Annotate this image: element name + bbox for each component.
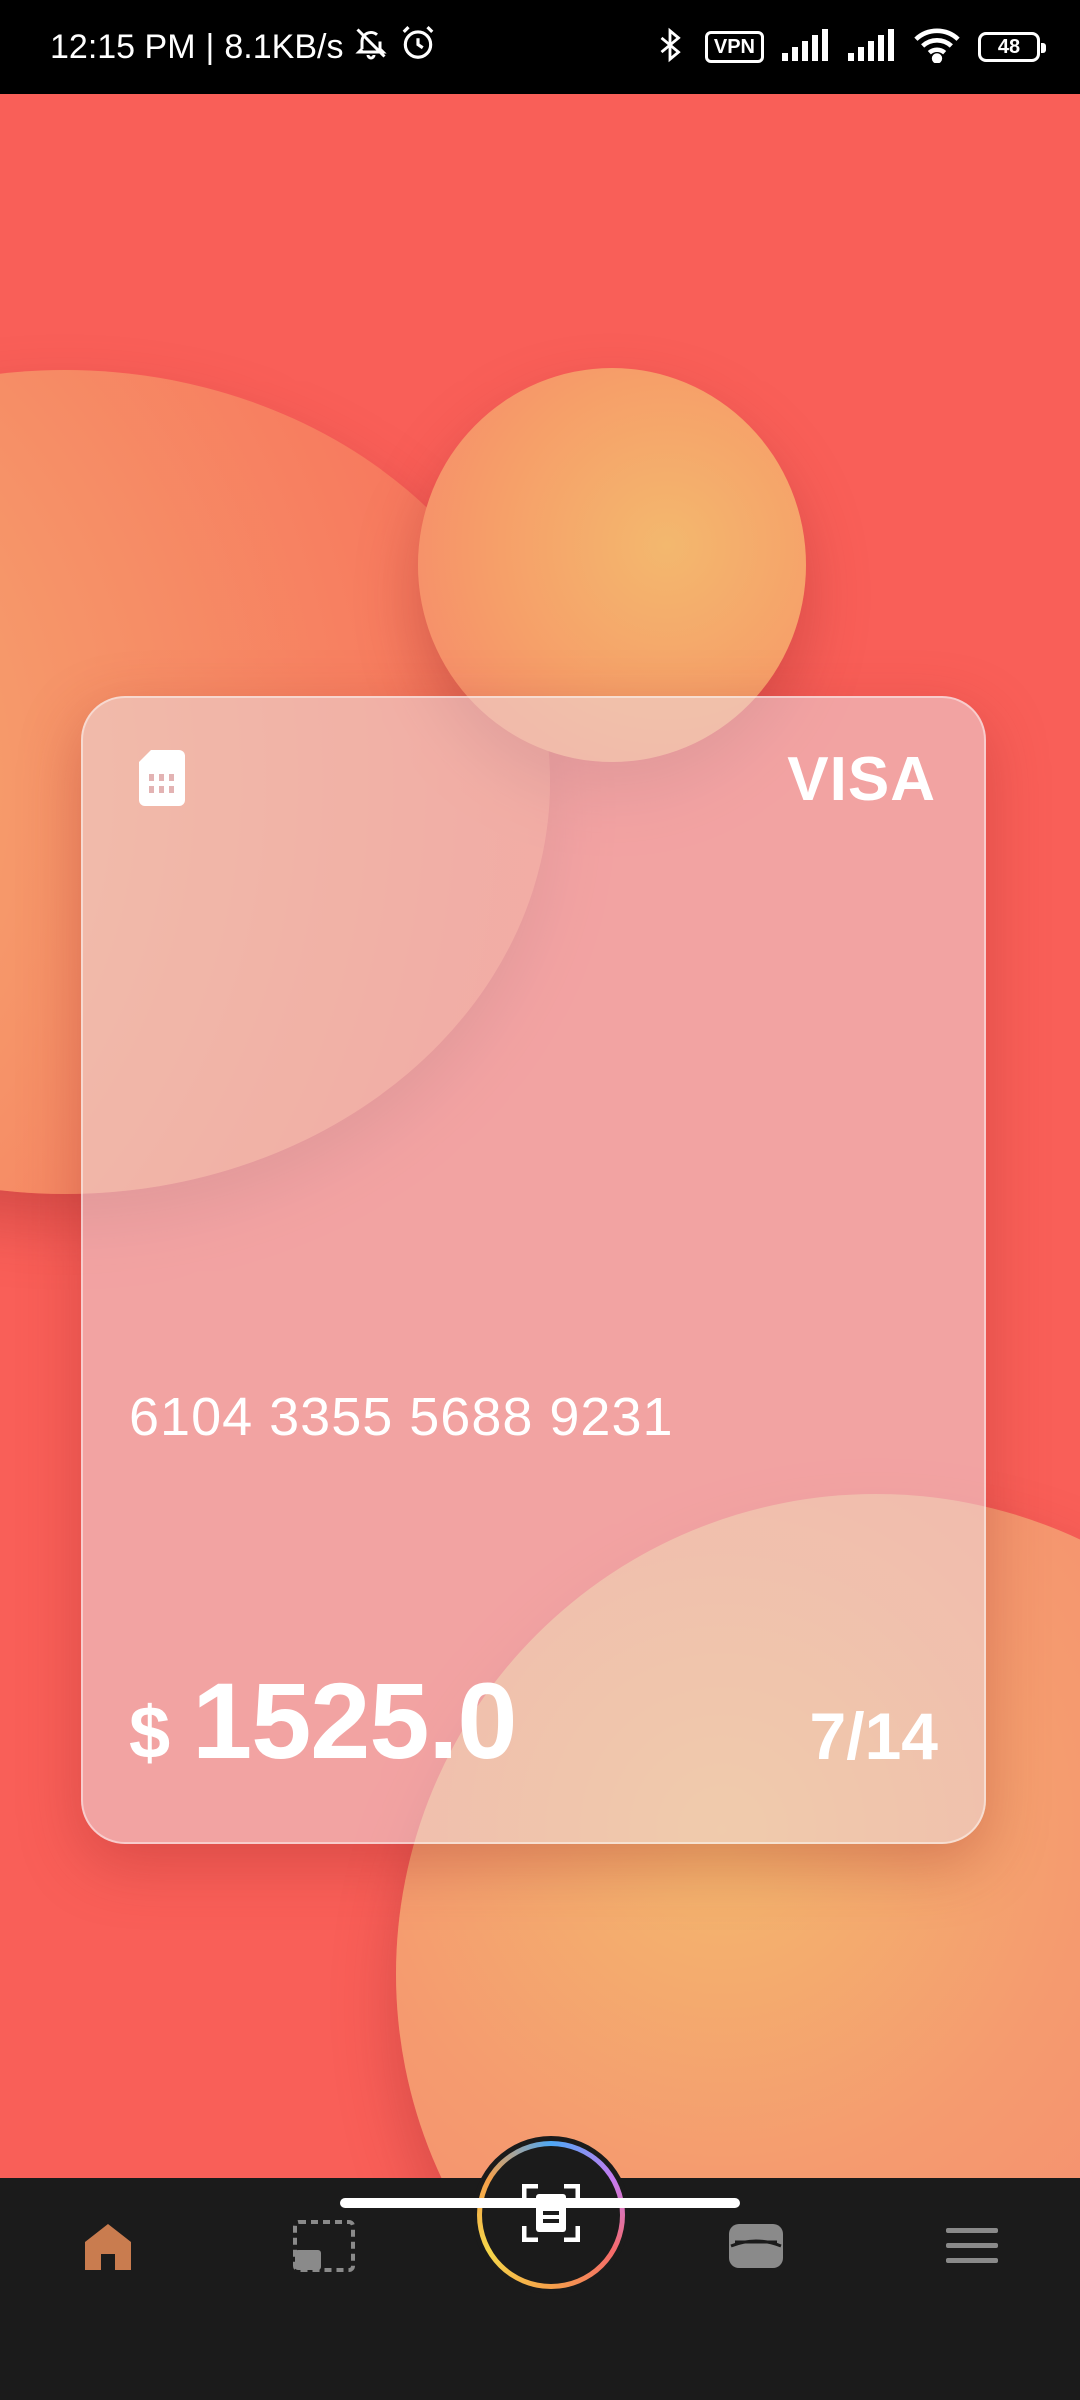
alarm-icon [399, 24, 437, 71]
wifi-icon [914, 27, 960, 68]
menu-icon [946, 2226, 998, 2271]
nav-home[interactable] [68, 2208, 148, 2288]
bottom-navigation [0, 2136, 1080, 2400]
sim-card-icon [139, 750, 185, 806]
bell-muted-icon [353, 25, 389, 70]
status-bar: 12:15 PM | 8.1KB/s VPN 48 [0, 0, 1080, 94]
wallet-icon [727, 2222, 785, 2275]
nav-gallery[interactable] [284, 2208, 364, 2288]
status-time: 12:15 PM [50, 27, 196, 66]
status-left: 12:15 PM | 8.1KB/s [50, 24, 437, 71]
signal-icon [782, 28, 830, 66]
scan-inner [482, 2146, 620, 2284]
scan-document-icon [521, 2183, 581, 2247]
battery-icon: 48 [978, 32, 1046, 62]
credit-card[interactable]: VISA 6104 3355 5688 9231 $ 1525.0 7/14 [81, 696, 986, 1844]
currency-symbol: $ [129, 1691, 171, 1774]
status-separator: | [205, 27, 215, 66]
home-indicator[interactable] [340, 2198, 740, 2208]
card-number: 6104 3355 5688 9231 [129, 1387, 674, 1447]
card-brand: VISA [787, 745, 936, 814]
nav-wallet[interactable] [716, 2208, 796, 2288]
card-balance: $ 1525.0 [129, 1658, 517, 1783]
balance-amount: 1525.0 [192, 1660, 517, 1781]
status-right: VPN 48 [653, 26, 1046, 69]
nav-menu[interactable] [932, 2208, 1012, 2288]
main-content: VISA 6104 3355 5688 9231 $ 1525.0 7/14 [0, 94, 1080, 2178]
bluetooth-icon [653, 26, 687, 69]
scan-ring [477, 2141, 625, 2289]
network-speed: 8.1KB/s [224, 27, 344, 66]
gallery-icon [293, 2219, 355, 2277]
scan-button[interactable] [472, 2136, 630, 2294]
card-expiry: 7/14 [809, 1699, 938, 1773]
home-icon [82, 2220, 134, 2277]
vpn-icon: VPN [704, 31, 764, 63]
signal-icon [848, 28, 896, 66]
